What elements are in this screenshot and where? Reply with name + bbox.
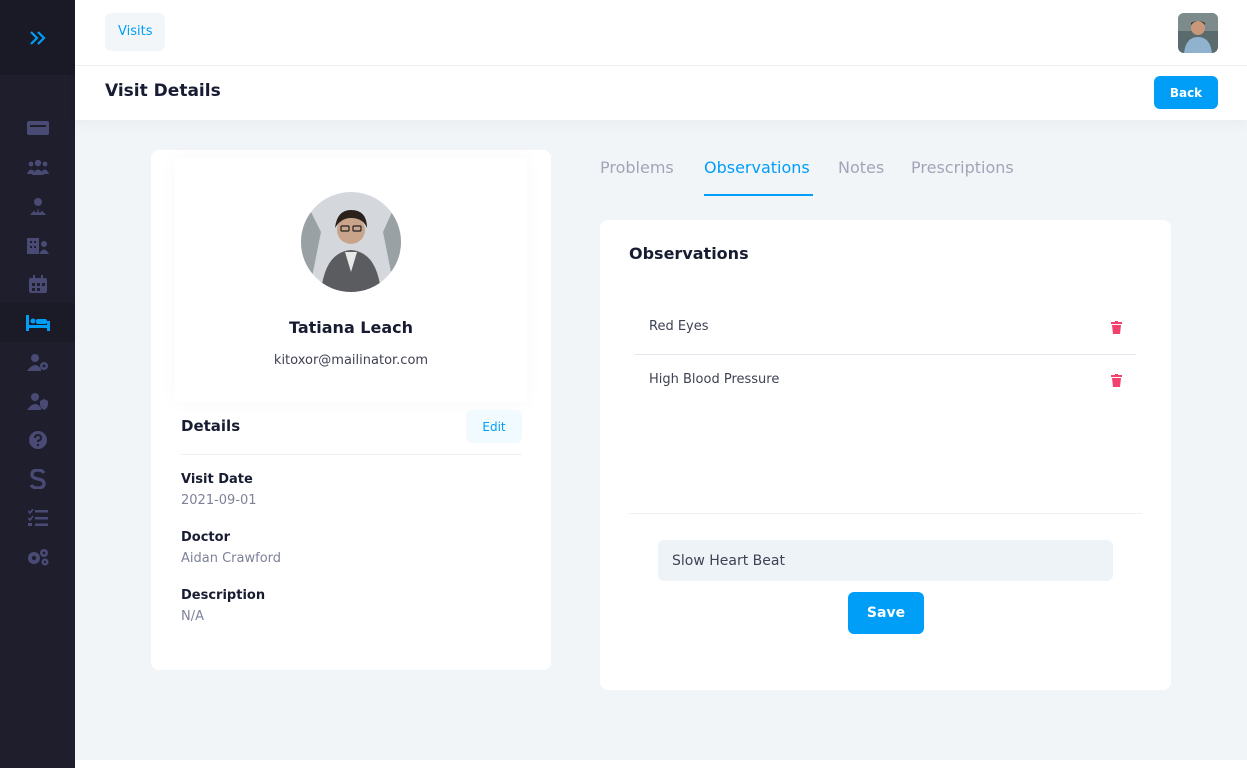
patient-email: kitoxor@mailinator.com	[273, 353, 429, 368]
patient-avatar	[301, 192, 401, 292]
description-label: Description	[181, 588, 266, 603]
header: Visits	[75, 0, 1247, 66]
page-title: Visit Details	[105, 81, 221, 101]
save-observation-button[interactable]: Save	[848, 592, 924, 634]
patient-name: Tatiana Leach	[288, 318, 414, 337]
sidebar-item-tasks[interactable]	[0, 498, 75, 537]
observations-card: Observations Red Eyes High Blood Pressur…	[600, 220, 1171, 690]
user-avatar[interactable]	[1178, 13, 1218, 53]
doctor-icon	[29, 197, 46, 215]
observations-heading: Observations	[629, 244, 749, 263]
sidebar-item-user-settings[interactable]	[0, 342, 75, 381]
dashboard-icon	[26, 120, 49, 135]
help-icon	[28, 430, 47, 449]
details-divider	[181, 454, 522, 455]
active-tab-indicator	[704, 194, 813, 196]
details-heading: Details	[181, 417, 241, 435]
users-icon	[26, 159, 49, 175]
trash-icon	[1111, 374, 1122, 387]
patient-photo	[301, 192, 401, 292]
hospital-icon	[26, 237, 49, 254]
edit-details-button[interactable]: Edit	[466, 410, 522, 443]
calendar-icon	[28, 274, 47, 293]
doctor-value: Aidan Crawford	[181, 551, 282, 566]
tab-notes[interactable]: Notes	[838, 158, 884, 177]
sidebar-item-settings[interactable]	[0, 537, 75, 576]
sidebar-item-subscription[interactable]	[0, 459, 75, 498]
back-button[interactable]: Back	[1154, 76, 1218, 109]
patient-card: Tatiana Leach kitoxor@mailinator.com Det…	[151, 150, 551, 670]
breadcrumb-visits[interactable]: Visits	[105, 13, 166, 51]
sidebar-item-appointments[interactable]	[0, 264, 75, 303]
user-shield-icon	[26, 392, 48, 410]
delete-observation-button[interactable]	[1111, 319, 1122, 338]
tab-problems[interactable]: Problems	[600, 158, 674, 177]
observations-divider	[629, 513, 1142, 514]
double-chevron-right-icon[interactable]	[29, 30, 47, 46]
observation-input[interactable]	[658, 540, 1113, 581]
description-value: N/A	[181, 609, 204, 624]
footer-strip	[75, 760, 1247, 768]
sidebar-item-users[interactable]	[0, 147, 75, 186]
list-item: High Blood Pressure	[635, 356, 1136, 408]
sidebar	[0, 0, 75, 768]
sidebar-item-help[interactable]	[0, 420, 75, 459]
observation-label: High Blood Pressure	[649, 372, 780, 387]
sidebar-nav	[0, 75, 75, 576]
doctor-label: Doctor	[181, 530, 230, 545]
delete-observation-button[interactable]	[1111, 372, 1122, 391]
page-toolbar: Visit Details Back	[75, 66, 1247, 120]
trash-icon	[1111, 321, 1122, 334]
observation-label: Red Eyes	[649, 319, 709, 334]
tab-prescriptions[interactable]: Prescriptions	[911, 158, 1014, 177]
sidebar-item-doctors[interactable]	[0, 186, 75, 225]
visit-date-value: 2021-09-01	[181, 493, 257, 508]
subscription-icon	[29, 468, 46, 489]
sidebar-toggle[interactable]	[0, 0, 75, 75]
sidebar-item-visits[interactable]	[0, 303, 75, 342]
settings-icon	[27, 548, 48, 565]
sidebar-item-hospital[interactable]	[0, 225, 75, 264]
list-item: Red Eyes	[635, 303, 1136, 355]
tab-observations[interactable]: Observations	[704, 158, 810, 177]
bed-icon	[25, 314, 50, 331]
sidebar-item-user-shield[interactable]	[0, 381, 75, 420]
visit-date-label: Visit Date	[181, 472, 253, 487]
tasks-icon	[27, 508, 48, 526]
user-avatar-photo	[1178, 13, 1218, 53]
user-settings-icon	[26, 353, 48, 371]
sidebar-item-dashboard[interactable]	[0, 108, 75, 147]
